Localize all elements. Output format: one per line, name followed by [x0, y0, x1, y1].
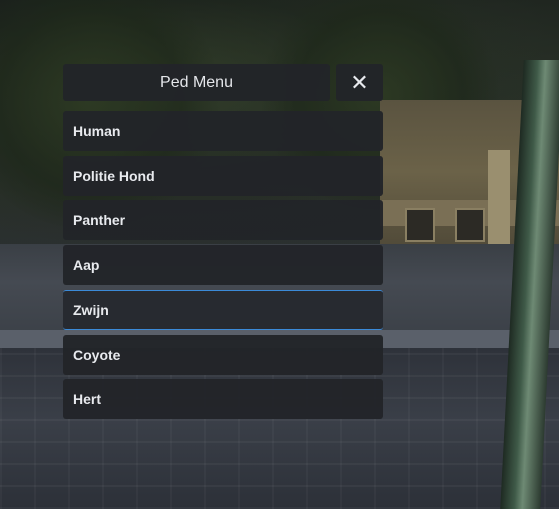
close-button[interactable]: ✕	[336, 64, 383, 101]
building-window	[405, 208, 435, 242]
menu-item[interactable]: Hert	[63, 379, 383, 419]
ped-menu: Ped Menu ✕ Human Politie Hond Panther Aap Zw…	[63, 64, 383, 419]
menu-item[interactable]: Coyote	[63, 335, 383, 375]
close-icon: ✕	[350, 70, 369, 95]
menu-item[interactable]: Human	[63, 111, 383, 151]
building-pillar	[488, 150, 510, 250]
menu-item[interactable]: Aap	[63, 245, 383, 285]
menu-title: Ped Menu	[63, 64, 330, 101]
menu-item[interactable]: Politie Hond	[63, 156, 383, 196]
building-window	[455, 208, 485, 242]
menu-header: Ped Menu ✕	[63, 64, 383, 101]
menu-item[interactable]: Zwijn	[63, 290, 383, 330]
menu-item[interactable]: Panther	[63, 200, 383, 240]
